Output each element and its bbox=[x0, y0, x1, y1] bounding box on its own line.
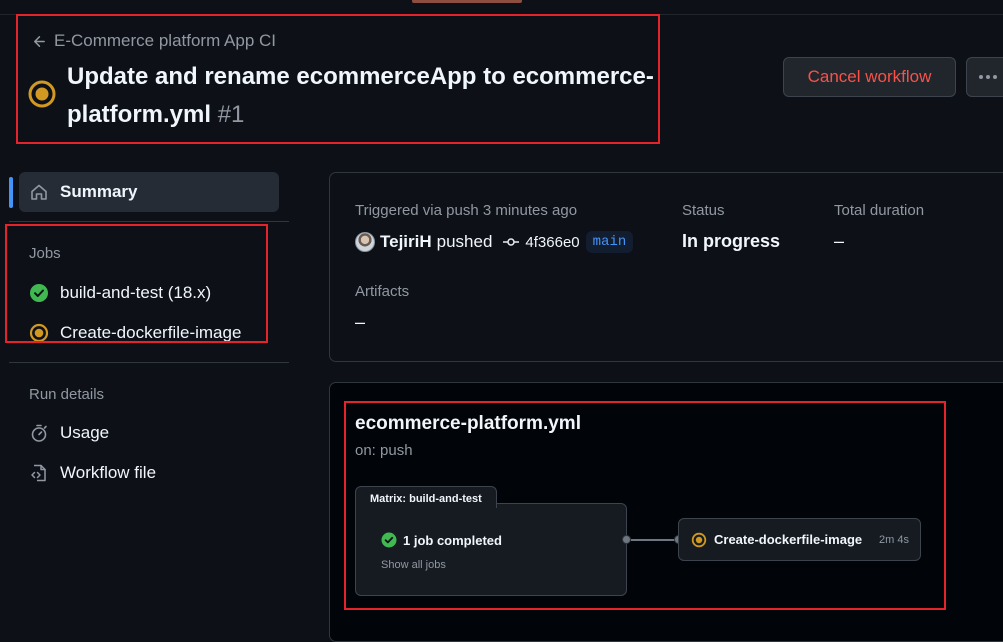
job-connector bbox=[631, 539, 675, 541]
sidebar-divider bbox=[9, 362, 289, 363]
branch-badge[interactable]: main bbox=[585, 231, 634, 253]
status-label: Status bbox=[682, 202, 725, 219]
run-title: Update and rename ecommerceApp to ecomme… bbox=[67, 63, 654, 128]
run-details-heading: Run details bbox=[29, 386, 105, 403]
avatar[interactable] bbox=[355, 232, 375, 252]
workflow-trigger: on: push bbox=[355, 442, 413, 459]
job-node-label: Create-dockerfile-image bbox=[714, 532, 863, 547]
sidebar-item-label: Usage bbox=[60, 423, 110, 442]
duration-value: – bbox=[834, 231, 845, 251]
show-all-jobs-link[interactable]: Show all jobs bbox=[381, 559, 446, 571]
sidebar-job-create-dockerfile-image[interactable]: Create-dockerfile-image bbox=[29, 323, 241, 343]
back-link[interactable]: E-Commerce platform App CI bbox=[31, 31, 276, 51]
commit-sha-link[interactable]: 4f366e0 bbox=[525, 234, 579, 251]
workflow-file-name: ecommerce-platform.yml bbox=[355, 413, 581, 434]
sidebar-job-build-and-test[interactable]: build-and-test (18.x) bbox=[29, 283, 211, 303]
trigger-info: TejiriH pushed 4f366e0 main bbox=[355, 231, 634, 253]
matrix-label: Matrix: build-and-test bbox=[355, 486, 497, 508]
cancel-workflow-button[interactable]: Cancel workflow bbox=[783, 57, 956, 97]
connector-dot bbox=[622, 535, 631, 544]
job-label: Create-dockerfile-image bbox=[60, 323, 242, 342]
header-divider bbox=[0, 14, 1003, 15]
sidebar-item-label: Workflow file bbox=[60, 463, 157, 482]
job-label: build-and-test (18.x) bbox=[60, 283, 212, 302]
tab-underline bbox=[412, 0, 522, 3]
kebab-horizontal-icon bbox=[979, 75, 997, 79]
in-progress-icon bbox=[691, 532, 707, 547]
matrix-group[interactable] bbox=[355, 503, 627, 596]
git-commit-icon bbox=[503, 238, 520, 246]
sidebar-item-usage[interactable]: Usage bbox=[29, 423, 109, 443]
file-code-icon bbox=[31, 464, 46, 482]
artifacts-label: Artifacts bbox=[355, 283, 410, 300]
run-number: #1 bbox=[217, 101, 245, 128]
sidebar-item-workflow-file[interactable]: Workflow file bbox=[29, 463, 156, 483]
check-circle-icon bbox=[381, 532, 397, 548]
back-link-label: E-Commerce platform App CI bbox=[54, 31, 277, 50]
artifacts-value: – bbox=[355, 312, 366, 332]
job-node-duration: 2m 4s bbox=[879, 533, 909, 546]
arrow-left-icon bbox=[34, 35, 45, 47]
job-node-create-dockerfile-image[interactable]: Create-dockerfile-image 2m 4s bbox=[678, 518, 921, 561]
active-indicator bbox=[9, 177, 13, 208]
matrix-status-label: 1 job completed bbox=[403, 532, 502, 548]
sidebar-item-label: Summary bbox=[60, 182, 138, 201]
trigger-label: Triggered via push 3 minutes ago bbox=[355, 202, 578, 219]
in-progress-icon bbox=[29, 323, 49, 343]
check-circle-icon bbox=[30, 284, 48, 302]
in-progress-icon bbox=[28, 80, 56, 108]
more-options-button[interactable] bbox=[966, 57, 1003, 97]
duration-label: Total duration bbox=[834, 202, 925, 219]
stopwatch-icon bbox=[31, 424, 47, 442]
status-value: In progress bbox=[682, 231, 781, 251]
jobs-heading: Jobs bbox=[29, 245, 61, 262]
sidebar-divider bbox=[9, 221, 289, 222]
page-title: Update and rename ecommerceApp to ecomme… bbox=[67, 58, 667, 134]
run-summary-card bbox=[329, 172, 1003, 362]
sidebar-item-summary[interactable]: Summary bbox=[19, 172, 279, 212]
action-text: pushed bbox=[436, 232, 493, 251]
matrix-status: 1 job completed bbox=[381, 532, 502, 548]
actor-link[interactable]: TejiriH bbox=[380, 232, 432, 252]
home-icon bbox=[31, 184, 47, 200]
